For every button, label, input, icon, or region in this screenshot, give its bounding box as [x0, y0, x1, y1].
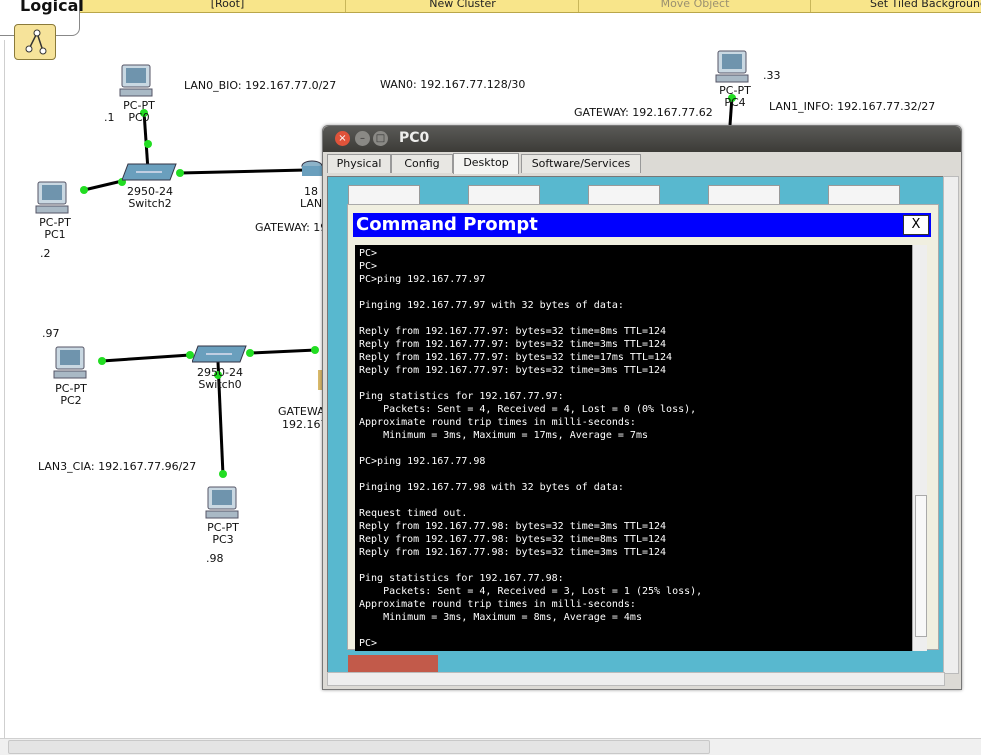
lan3-label: LAN3_CIA: 192.167.77.96/27 — [38, 460, 197, 473]
link-status-dot — [311, 346, 319, 354]
pc2-label: PC-PT PC2 — [55, 382, 87, 407]
pc3-label: PC-PT PC3 — [207, 521, 239, 546]
lan1-gateway-label: GATEWAY: 192.167.77.62 — [574, 106, 713, 119]
tab-config[interactable]: Config — [391, 154, 453, 173]
desktop-app-icon[interactable] — [348, 655, 438, 673]
terminal-scrollbar[interactable] — [912, 245, 927, 651]
terminal[interactable]: PC> PC> PC>ping 192.167.77.97 Pinging 19… — [355, 245, 927, 651]
tab-software-services[interactable]: Software/Services — [521, 154, 641, 173]
pc4-address: .33 — [763, 69, 781, 82]
pc-icon[interactable] — [714, 50, 752, 84]
maximize-icon[interactable]: □ — [373, 131, 388, 146]
tab-bar: Physical Config Desktop Software/Service… — [323, 153, 961, 174]
scrollbar-thumb[interactable] — [915, 495, 927, 637]
pc2-address: .97 — [42, 327, 60, 340]
pc3-address: .98 — [206, 552, 224, 565]
close-button[interactable]: X — [903, 215, 929, 235]
lan0-gateway-label: GATEWAY: 19 — [255, 221, 322, 234]
switch2-label: 2950-24 Switch2 — [127, 185, 173, 210]
router-label: 18 LAN — [300, 186, 322, 210]
pc1-address: .2 — [40, 247, 51, 260]
pc-icon[interactable] — [118, 64, 156, 98]
desktop-vertical-scrollbar[interactable] — [943, 176, 959, 674]
command-prompt-title: Command Prompt — [356, 214, 538, 235]
lan3-gateway-label: GATEWA — [278, 405, 325, 418]
pc0-label: PC-PT PC0 — [123, 99, 155, 124]
window-title: PC0 — [399, 130, 430, 146]
link-status-dot — [144, 140, 152, 148]
switch0-label: 2950-24 Switch0 — [197, 366, 243, 391]
pc4-label: PC-PT PC4 — [719, 84, 751, 109]
command-prompt-window: Command Prompt X PC> PC> PC>ping 192.167… — [347, 204, 939, 651]
link-status-dot — [98, 357, 106, 365]
lan0-label: LAN0_BIO: 192.167.77.0/27 — [184, 79, 337, 92]
lan3-gateway-address: 192.167 — [282, 418, 328, 431]
link-status-dot — [219, 470, 227, 478]
tab-physical[interactable]: Physical — [327, 154, 391, 173]
switch-icon[interactable] — [122, 160, 178, 186]
scrollbar-thumb[interactable] — [8, 740, 710, 754]
tab-desktop[interactable]: Desktop — [453, 153, 519, 174]
switch-icon[interactable] — [192, 342, 248, 368]
minimize-icon[interactable]: – — [355, 131, 370, 146]
pc-icon[interactable] — [52, 346, 90, 380]
pc-icon[interactable] — [34, 181, 72, 215]
lan1-label: LAN1_INFO: 192.167.77.32/27 — [769, 100, 936, 113]
router-icon[interactable] — [300, 158, 324, 184]
pc0-window: × – □ PC0 Physical Config Desktop Softwa… — [322, 125, 962, 690]
pc0-address: .1 — [104, 111, 115, 124]
close-icon[interactable]: × — [335, 131, 350, 146]
wan0-label: WAN0: 192.167.77.128/30 — [380, 78, 526, 91]
window-titlebar[interactable]: × – □ PC0 — [323, 126, 961, 152]
command-prompt-titlebar: Command Prompt X — [353, 213, 931, 237]
terminal-output[interactable]: PC> PC> PC>ping 192.167.77.97 Pinging 19… — [359, 247, 907, 649]
pc1-label: PC-PT PC1 — [39, 216, 71, 241]
desktop-horizontal-scrollbar[interactable] — [327, 672, 945, 686]
link-status-dot — [80, 186, 88, 194]
pc-icon[interactable] — [204, 486, 242, 520]
